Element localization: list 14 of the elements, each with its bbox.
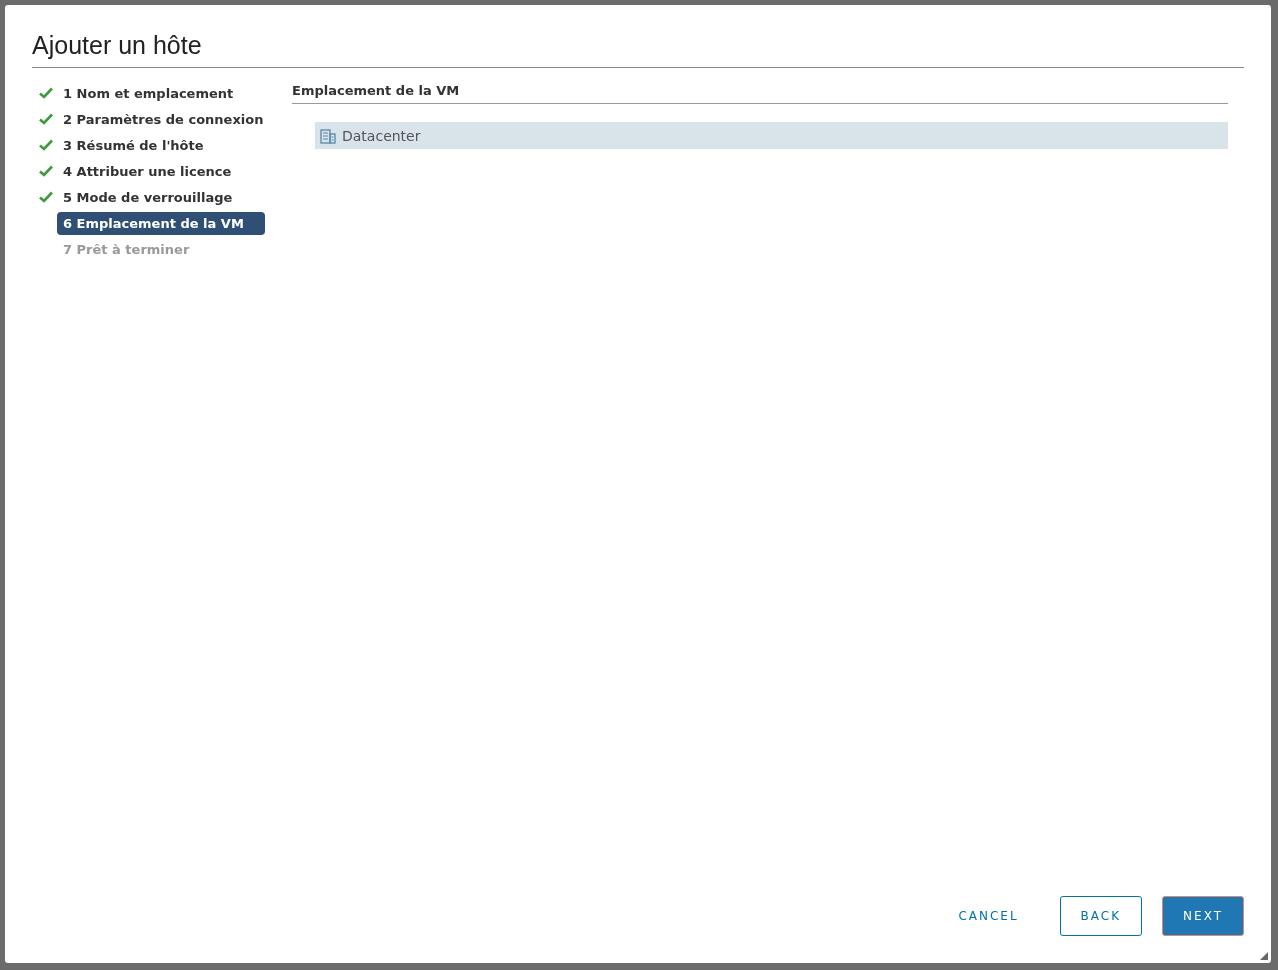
cancel-button[interactable]: CANCEL xyxy=(937,896,1040,936)
back-button[interactable]: BACK xyxy=(1059,896,1143,936)
step-item[interactable]: 1 Nom et emplacement xyxy=(57,81,240,105)
step-item[interactable]: 6 Emplacement de la VM xyxy=(57,211,265,235)
section-heading: Emplacement de la VM xyxy=(292,81,1228,104)
building-icon xyxy=(320,127,336,144)
next-button[interactable]: NEXT xyxy=(1162,896,1244,936)
resize-handle-icon[interactable] xyxy=(1260,952,1268,960)
step-item[interactable]: 4 Attribuer une licence xyxy=(57,159,238,183)
tree-item[interactable]: Datacenter xyxy=(315,122,1228,149)
step-item[interactable]: 3 Résumé de l'hôte xyxy=(57,133,210,157)
step-item[interactable]: 5 Mode de verrouillage xyxy=(57,185,239,209)
step-item[interactable]: 2 Paramètres de connexion xyxy=(57,107,270,131)
dialog-title: Ajouter un hôte xyxy=(32,31,1244,68)
